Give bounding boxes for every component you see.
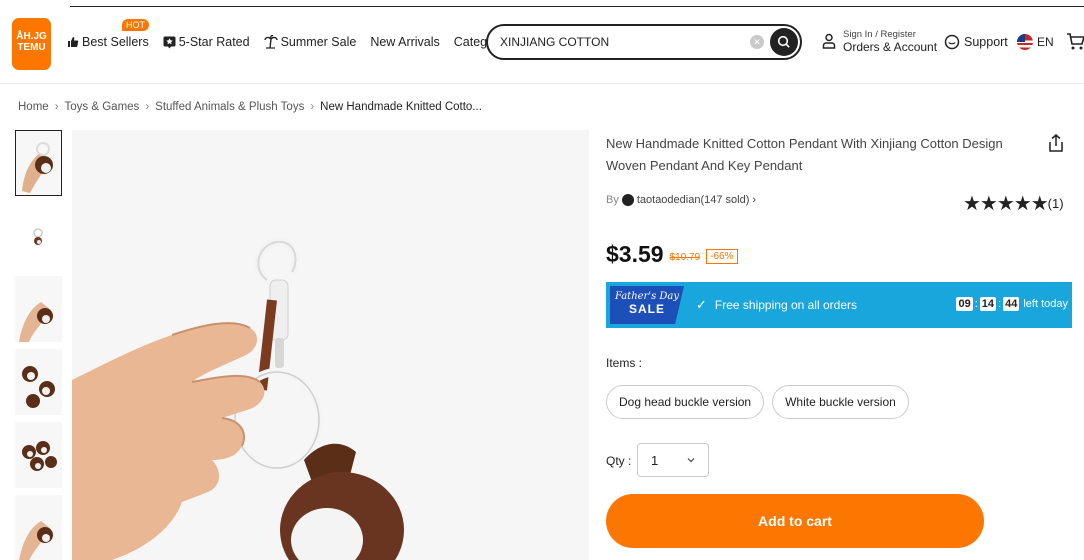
orders-account-label: Orders & Account [843, 40, 938, 54]
star-badge-icon [163, 36, 176, 48]
support-link[interactable]: Support [944, 34, 1008, 50]
search-button[interactable] [770, 28, 798, 56]
breadcrumb-current: New Handmade Knitted Cotto... [320, 101, 482, 113]
product-rating[interactable]: ★★★★★ (1) [963, 191, 1064, 216]
nav-new-arrivals[interactable]: New Arrivals [370, 35, 439, 49]
countdown-label: left today [1023, 298, 1068, 310]
share-icon [1049, 134, 1063, 152]
share-button[interactable] [1048, 133, 1064, 158]
store-name: taotaodedian(147 sold) › [636, 194, 757, 206]
thumbnail-image [33, 228, 43, 245]
countdown-timer: 09: 14: 44 left today [956, 297, 1068, 311]
original-price: $10.79 [669, 252, 701, 263]
nav-label: Summer Sale [280, 35, 357, 49]
option-dog-head-buckle[interactable]: Dog head buckle version [606, 385, 765, 419]
items-label: Items : [606, 356, 643, 370]
product-thumbnail[interactable] [15, 349, 62, 415]
thumbnail-image [22, 142, 53, 193]
nav-label: Best Sellers [82, 35, 149, 49]
nav-five-star-rated[interactable]: 5-Star Rated [163, 35, 250, 49]
cart-button[interactable] [1066, 32, 1084, 57]
current-price: $3.59 [606, 241, 664, 267]
account-menu[interactable]: Sign In / Register Orders & Account [822, 28, 937, 54]
product-thumbnail[interactable] [15, 276, 62, 342]
logo-line1: ÅH.JG [16, 31, 47, 42]
store-prefix: By [606, 194, 619, 206]
price-row: $3.59 $10.79 -66% [606, 241, 738, 268]
search-input[interactable] [500, 33, 740, 51]
thumbnail-image [19, 521, 53, 560]
free-shipping-text: Free shipping on all orders [714, 298, 857, 312]
store-logo-icon [621, 194, 634, 206]
product-thumbnail[interactable] [15, 130, 62, 196]
fathers-day-sale-badge: Father's Day SALE [610, 286, 684, 324]
header-top-border [70, 6, 1084, 7]
logo-line2: TEMU [17, 42, 46, 53]
add-to-cart-button[interactable]: Add to cart [606, 494, 984, 548]
breadcrumb-toys-games[interactable]: Toys & Games [65, 101, 140, 113]
thumbs-up-icon [68, 37, 79, 47]
promo-badge-line2: SALE [628, 302, 665, 316]
thumbnail-image [22, 366, 55, 408]
rating-count: (1) [1047, 196, 1064, 211]
store-link[interactable]: By taotaodedian(147 sold) › [606, 194, 756, 206]
star-rating-icon: ★★★★★ [963, 193, 1049, 215]
product-photo [72, 237, 404, 560]
qty-value: 1 [651, 452, 659, 468]
check-icon: ✓ [696, 297, 707, 312]
support-label: Support [964, 35, 1008, 49]
account-text: Sign In / Register Orders & Account [843, 28, 937, 54]
search-bar: ✕ [486, 24, 802, 60]
promo-banner: Father's Day SALE ✓ Free shipping on all… [606, 282, 1072, 328]
thumbnail-image [22, 441, 57, 471]
palm-tree-icon [263, 35, 278, 49]
countdown-hours: 09 [956, 297, 973, 311]
nav-summer-sale[interactable]: Summer Sale [263, 35, 357, 49]
search-icon [777, 35, 790, 48]
cart-icon [1067, 33, 1084, 50]
nav-label: New Arrivals [370, 35, 440, 49]
product-thumbnail[interactable] [15, 422, 62, 488]
clear-search-icon[interactable]: ✕ [750, 35, 764, 49]
temu-logo[interactable]: ÅH.JG TEMU [12, 18, 51, 70]
product-thumbnail[interactable] [15, 495, 62, 560]
site-header: ÅH.JG TEMU HOT Best Sellers 5-Star Rated… [0, 0, 1084, 84]
language-label: EN [1037, 35, 1054, 49]
countdown-seconds: 44 [1003, 297, 1020, 311]
breadcrumb-home[interactable]: Home [18, 101, 49, 113]
hot-badge: HOT [122, 19, 149, 31]
thumbnail-list [15, 130, 63, 560]
main-nav: HOT Best Sellers 5-Star Rated Summer Sal… [67, 19, 545, 49]
promo-badge-line1: Father's Day [614, 291, 680, 302]
discount-badge: -66% [706, 249, 738, 264]
product-thumbnail[interactable] [15, 203, 62, 269]
chevron-down-icon [687, 458, 695, 463]
countdown-minutes: 14 [979, 297, 997, 311]
thumbnail-image [19, 302, 53, 342]
support-chat-icon [944, 34, 960, 50]
product-title: New Handmade Knitted Cotton Pendant With… [606, 136, 1003, 173]
option-white-buckle[interactable]: White buckle version [772, 385, 909, 419]
user-icon [822, 33, 836, 49]
us-flag-icon [1017, 34, 1033, 50]
breadcrumb-stuffed-animals[interactable]: Stuffed Animals & Plush Toys [155, 101, 304, 113]
language-selector[interactable]: EN [1017, 34, 1054, 50]
nav-best-sellers[interactable]: HOT Best Sellers [67, 19, 149, 49]
item-options: Dog head buckle version White buckle ver… [606, 385, 917, 419]
breadcrumb: Home › Toys & Games › Stuffed Animals & Pl… [18, 101, 482, 113]
main-product-image[interactable] [72, 130, 589, 560]
qty-label: Qty : [606, 454, 632, 468]
nav-label: 5-Star Rated [178, 35, 250, 49]
quantity-select[interactable]: 1 [637, 443, 709, 477]
